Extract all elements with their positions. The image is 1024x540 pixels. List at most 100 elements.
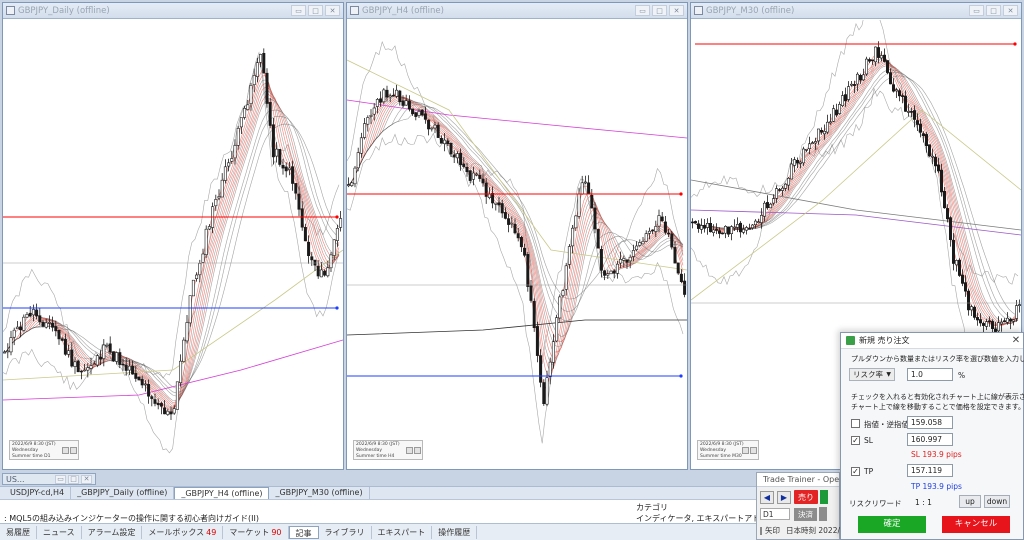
candle-body xyxy=(366,117,370,125)
close-button[interactable]: ✕ xyxy=(1003,5,1018,16)
terminal-tab-alerts[interactable]: アラーム設定 xyxy=(82,525,143,539)
step-back-button[interactable] xyxy=(742,447,749,454)
terminal-tab-news[interactable]: ニュース xyxy=(37,525,82,539)
tp-price-input[interactable]: 157.119 xyxy=(907,464,953,477)
chart-window-daily[interactable]: GBPJPY_Daily (offline) ▭ □ ✕ 2022/6/9 8:… xyxy=(2,2,344,470)
chart-window-title: GBPJPY_M30 (offline) xyxy=(706,5,795,16)
risk-input[interactable]: 1.0 xyxy=(907,368,953,381)
timeframe-select[interactable]: D1 xyxy=(760,508,790,520)
candle-body xyxy=(471,172,475,180)
chart-window-titlebar[interactable]: GBPJPY_Daily (offline) ▭ □ ✕ xyxy=(3,3,343,19)
candle-body xyxy=(928,144,932,157)
candle-body xyxy=(622,258,626,261)
terminal-tab-experts[interactable]: エキスパート xyxy=(372,525,433,539)
step-back-button[interactable] xyxy=(406,447,413,454)
step-back-button[interactable] xyxy=(62,447,69,454)
candle-body xyxy=(916,120,920,125)
limit-checkbox[interactable] xyxy=(851,419,860,428)
minimize-button[interactable]: ▭ xyxy=(635,5,650,16)
ema-ribbon-gray xyxy=(347,103,684,312)
sell-button[interactable]: 売り xyxy=(794,490,818,504)
settle-button[interactable]: 決済 xyxy=(794,507,817,521)
close-button[interactable]: ✕ xyxy=(325,5,340,16)
down-button[interactable]: down xyxy=(984,495,1010,508)
up-button[interactable]: up xyxy=(959,495,981,508)
terminal-tab-mailbox[interactable]: メールボックス 49 xyxy=(142,525,224,539)
candle-body xyxy=(574,215,578,229)
terminal-tab-library[interactable]: ライブラリ xyxy=(319,525,372,539)
close-button[interactable]: ✕ xyxy=(669,5,684,16)
ema-ribbon-gray xyxy=(3,90,340,405)
candle-body xyxy=(388,95,392,98)
minimize-button[interactable]: ▭ xyxy=(291,5,306,16)
candle-body xyxy=(799,161,803,164)
candle-body xyxy=(757,221,761,223)
minimized-chart-window[interactable]: US... ▭ □ ✕ xyxy=(2,473,96,485)
info-timeframe: H4 xyxy=(388,454,395,459)
chart-tab[interactable]: USDJPY-cd,H4 xyxy=(4,487,72,499)
dialog-titlebar[interactable]: 新規 売り注文 ✕ xyxy=(841,333,1023,349)
candle-body xyxy=(732,226,736,229)
arrow-checkbox[interactable] xyxy=(760,526,762,535)
chart-tab[interactable]: _GBPJPY_Daily (offline) xyxy=(71,487,175,499)
candle-body xyxy=(700,225,704,230)
candle-body xyxy=(868,59,872,62)
terminal-tab-history[interactable]: 易履歴 xyxy=(0,525,37,539)
candle-body xyxy=(907,111,911,113)
trade-trainer-panel: Trade Trainer - Operat ◀ ▶ 売り D1 決済 矢印 日… xyxy=(756,472,840,540)
candle-body xyxy=(60,338,64,341)
terminal-tab-journal[interactable]: 操作履歴 xyxy=(432,525,478,539)
extra-button[interactable] xyxy=(819,507,827,521)
chart-window-titlebar[interactable]: GBPJPY_H4 (offline) ▭ □ ✕ xyxy=(347,3,687,19)
candle-body xyxy=(124,364,128,371)
maximize-button[interactable]: □ xyxy=(652,5,667,16)
maximize-button[interactable]: □ xyxy=(308,5,323,16)
candle-body xyxy=(703,225,707,229)
sl-price-input[interactable]: 160.997 xyxy=(907,433,953,446)
step-forward-button[interactable] xyxy=(70,447,77,454)
chart-window-titlebar[interactable]: GBPJPY_M30 (offline) ▭ □ ✕ xyxy=(691,3,1021,19)
candle-body xyxy=(972,306,976,318)
step-forward-button[interactable] xyxy=(750,447,757,454)
candle-body xyxy=(667,232,671,235)
sl-checkbox[interactable]: ✓ xyxy=(851,436,860,445)
tp-pips-text: TP 193.9 pips xyxy=(911,482,962,491)
candle-body xyxy=(817,128,821,142)
price-chart-daily[interactable] xyxy=(3,20,343,469)
price-chart-h4[interactable] xyxy=(347,20,687,469)
restore-button[interactable]: ▭ xyxy=(55,474,66,484)
candle-body xyxy=(691,221,695,224)
tp-checkbox[interactable]: ✓ xyxy=(851,467,860,476)
candle-body xyxy=(644,233,648,242)
arrow-toggle[interactable]: 矢印 日本時刻 2022/ xyxy=(760,525,840,536)
cancel-button[interactable]: キャンセル xyxy=(942,516,1010,533)
close-icon[interactable]: ✕ xyxy=(1009,335,1023,346)
candle-body xyxy=(411,108,415,115)
candle-body xyxy=(542,382,546,405)
stop-loss-handle xyxy=(335,215,339,219)
chart-tab-active[interactable]: _GBPJPY_H4 (offline) xyxy=(174,487,270,499)
chart-window-h4[interactable]: GBPJPY_H4 (offline) ▭ □ ✕ 2022/6/9 8:30 … xyxy=(346,2,688,470)
candle-body xyxy=(67,350,71,355)
close-button[interactable]: ✕ xyxy=(81,474,92,484)
maximize-button[interactable]: □ xyxy=(68,474,79,484)
step-back-icon[interactable]: ◀ xyxy=(760,490,774,504)
step-forward-button[interactable] xyxy=(414,447,421,454)
limit-price-input[interactable]: 159.058 xyxy=(907,416,953,429)
buy-button[interactable] xyxy=(820,490,828,504)
candle-body xyxy=(465,166,469,172)
candle-body xyxy=(316,265,320,277)
minimize-button[interactable]: ▭ xyxy=(969,5,984,16)
candle-body xyxy=(922,133,926,136)
confirm-button[interactable]: 確定 xyxy=(858,516,926,533)
lot-mode-select[interactable]: リスク率 ▼ xyxy=(849,368,895,381)
candle-body xyxy=(12,329,16,338)
candle-body xyxy=(281,165,285,169)
chart-tab[interactable]: _GBPJPY_M30 (offline) xyxy=(269,487,370,499)
candle-body xyxy=(323,270,327,276)
step-forward-icon[interactable]: ▶ xyxy=(777,490,791,504)
maximize-button[interactable]: □ xyxy=(986,5,1001,16)
terminal-tab-market[interactable]: マーケット 90 xyxy=(223,525,289,539)
trade-trainer-titlebar[interactable]: Trade Trainer - Operat xyxy=(757,473,839,487)
terminal-tab-articles[interactable]: 記事 xyxy=(288,525,319,539)
